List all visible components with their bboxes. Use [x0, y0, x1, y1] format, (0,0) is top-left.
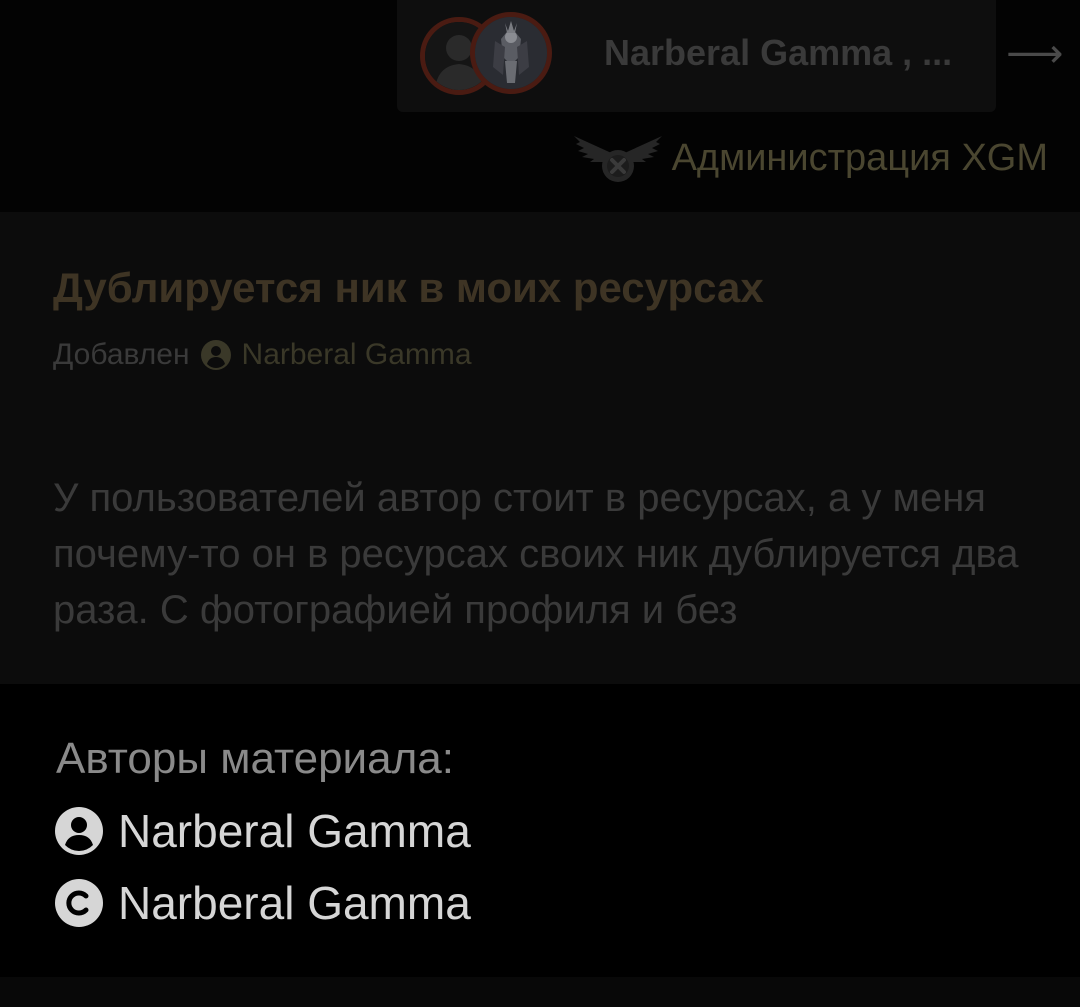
admin-label: Администрация XGM — [671, 136, 1048, 179]
author-name[interactable]: Narberal Gamma — [118, 876, 471, 930]
author-row-owner[interactable]: Narberal Gamma — [54, 804, 471, 858]
avatar-narberal[interactable] — [470, 12, 552, 94]
added-label: Добавлен — [53, 338, 190, 371]
post-meta: Добавлен Narberal Gamma — [53, 338, 472, 372]
bottom-strip — [0, 977, 1080, 1007]
winged-emblem-icon — [573, 136, 662, 182]
post-author-link[interactable]: Narberal Gamma — [242, 338, 472, 372]
chat-participant-names[interactable]: Narberal Gamma , ... — [604, 32, 952, 74]
authors-title: Авторы материала: — [56, 734, 454, 783]
admin-badge[interactable]: Администрация XGM — [572, 128, 1048, 188]
user-circle-icon — [200, 340, 231, 370]
arrow-right-icon[interactable]: ⟶ — [1006, 32, 1063, 76]
user-circle-icon — [55, 807, 103, 855]
post-body: У пользователей автор стоит в ресурсах, … — [53, 476, 1019, 632]
page: Narberal Gamma , ... ⟶ Администрация XGM… — [0, 0, 1080, 1007]
post-title: Дублируется ник в моих ресурсах — [53, 264, 764, 311]
author-name[interactable]: Narberal Gamma — [118, 804, 471, 858]
copyright-icon — [55, 879, 103, 927]
author-row-copyright[interactable]: Narberal Gamma — [54, 876, 471, 930]
